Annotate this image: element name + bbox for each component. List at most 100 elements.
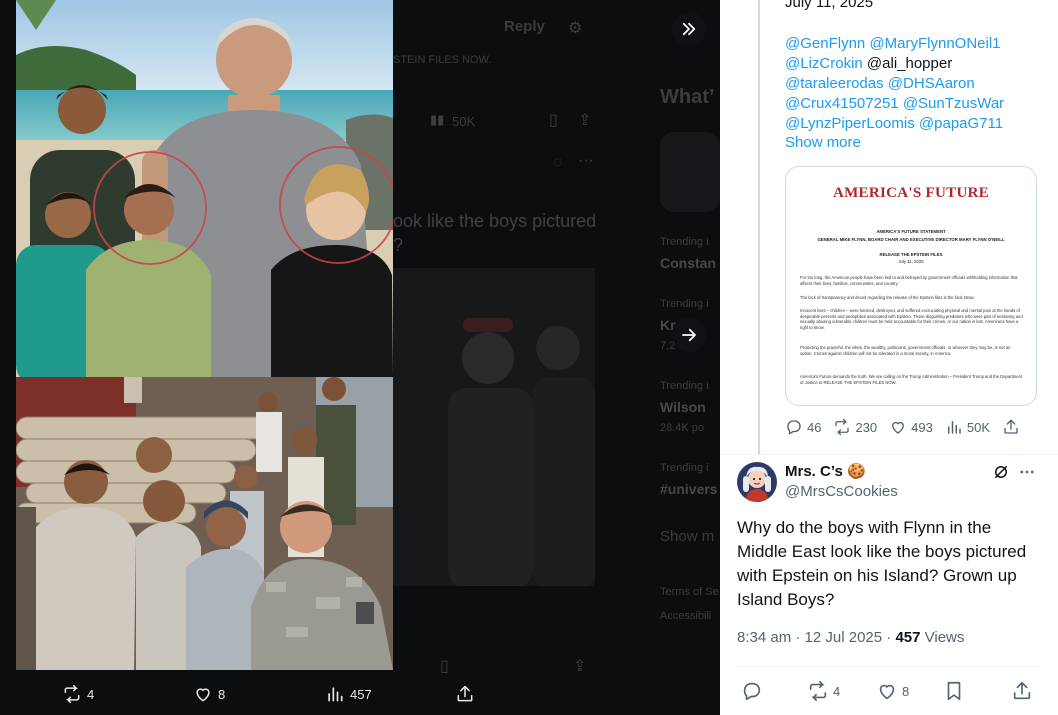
retweet-count: 230 [855,419,878,435]
share-stat-button[interactable] [1002,418,1020,436]
post-date: July 11, 2025 [785,0,874,11]
reply-views-label: Views [920,629,965,646]
bg-bookmark-icon[interactable]: ▯ [549,110,558,130]
like-count: 8 [902,683,910,699]
reply-action-bar: 4 8 [737,680,1041,704]
like-count: 493 [911,419,933,435]
avatar[interactable] [737,462,777,502]
more-icon[interactable] [1018,463,1036,481]
bg-epstein-text: STEIN FILES NOW. [393,54,492,66]
bg-trend1-context: Trending i [660,236,709,248]
collapse-icon [680,20,698,38]
mention-link[interactable]: @MaryFlynnONeil1 [869,35,1000,52]
collapse-panel-button[interactable] [672,12,706,46]
bg-reply-button[interactable]: Reply [504,18,545,35]
media-like-button[interactable]: 8 [193,684,225,704]
share-button[interactable] [1011,680,1033,702]
doc-date: July 11, 2025 [898,259,924,264]
bg-tweet-line2: ? [393,235,404,255]
statement-image[interactable]: AMERICA'S FUTURE AMERICA'S FUTURE STATEM… [785,166,1037,406]
post-mentions: @GenFlynn @MaryFlynnONeil1 @LizCrokin @a… [785,34,1015,134]
photo-military-group [16,377,393,670]
mention-link[interactable]: @taraleerodas [785,75,884,92]
reply-stat-button[interactable]: 46 [785,418,821,436]
views-icon [325,684,345,704]
retweet-icon [833,418,851,436]
media-views-button[interactable]: 457 [325,684,372,704]
mention-link[interactable]: @Crux41507251 [785,95,899,112]
retweet-stat-button[interactable]: 230 [833,418,877,436]
reply-body: Why do the boys with Flynn in the Middle… [737,518,1027,609]
media-photo[interactable] [16,0,393,670]
grok-icon[interactable] [992,463,1010,481]
bg-tune-icon: ⚙ [568,20,583,37]
mention-link[interactable]: @LizCrokin [785,55,863,72]
heart-icon [193,684,213,704]
bg-trend4-name[interactable]: #univers [660,481,718,497]
post-stats: 46 230 493 50K [785,418,1040,436]
bg-media-card[interactable] [393,268,595,586]
doc-paragraph: For too long, the American people have b… [800,275,1018,286]
bg-trend3-context: Trending i [660,380,709,392]
bg-show-more[interactable]: Show m [660,528,714,545]
views-icon [945,418,963,436]
reply-icon [785,418,803,436]
mention-link[interactable]: @SunTzusWar [903,95,1004,112]
media-retweet-button[interactable]: 4 [62,684,94,704]
bg-views-icon: ▮▮ [430,112,445,127]
bg-trend4-context: Trending i [660,462,709,474]
heart-icon [889,418,907,436]
doc-title: AMERICA'S FUTURE [832,185,990,201]
bookmark-button[interactable] [943,680,965,702]
media-retweet-count: 4 [87,686,95,702]
divider [720,454,1058,455]
next-image-button[interactable] [672,318,706,352]
bg-grok-icon[interactable]: ◌ [553,154,563,172]
bg-trend2-context: Trending i [660,298,709,310]
reply-author-handle[interactable]: @MrsCsCookies [785,483,898,500]
thread-line [758,0,760,454]
views-count: 50K [966,419,991,435]
doc-paragraph: America's Future demands the truth. We a… [800,374,1023,385]
media-share-button[interactable] [455,684,475,704]
bg-bookmark2-icon[interactable]: ▯ [440,656,449,676]
reply-icon [741,680,763,702]
views-stat-button[interactable]: 50K [945,418,990,436]
bg-share-icon[interactable]: ⇪ [578,110,591,130]
bg-trend3-name[interactable]: Wilson [660,399,706,415]
show-more-link[interactable]: Show more [785,134,861,151]
reply-timestamp[interactable]: 8:34 am · 12 Jul 2025 · [737,629,895,646]
like-button[interactable]: 8 [876,680,909,702]
bg-footer-terms[interactable]: Terms of Se [660,586,719,598]
doc-headline: RELEASE THE EPSTEIN FILES [879,252,943,257]
divider [737,666,1041,667]
retweet-button[interactable]: 4 [807,680,840,702]
doc-byline: GENERAL MIKE FLYNN, BOARD CHAIR AND EXEC… [817,237,1005,242]
reply-button[interactable] [741,680,763,702]
like-stat-button[interactable]: 493 [889,418,933,436]
bg-share2-icon[interactable]: ⇪ [573,656,586,676]
reply-author-name[interactable]: Mrs. C’s 🍪 [785,462,866,480]
mention-link[interactable]: @DHSAaron [888,75,975,92]
conversation-panel: July 11, 2025 @GenFlynn @MaryFlynnONeil1… [720,0,1058,715]
mention-link[interactable]: @GenFlynn [785,35,865,52]
bg-tweet-line1: ook like the boys pictured [393,211,597,231]
bg-footer-accessibility[interactable]: Accessibili [660,610,711,622]
share-icon [1011,680,1033,702]
doc-paragraph: Protecting the powerful, the elites, the… [800,345,1011,356]
bg-trend-image [660,132,720,212]
bg-more-icon[interactable]: ··· [578,152,594,170]
mention-link[interactable]: @LynzPiperLoomis [785,115,915,132]
bookmark-icon [943,680,965,702]
mention-plain: @ali_hopper [862,55,953,72]
media-views-count: 457 [350,686,372,702]
doc-paragraph: Innocent lives – children – were harmed,… [800,308,1023,330]
reply-author-name-text: Mrs. C’s [785,463,843,480]
photo-beach-group [16,0,393,377]
bg-trend1-name[interactable]: Constan [660,255,716,271]
reply-count: 46 [807,419,822,435]
mention-link[interactable]: @papaG711 [919,115,1003,132]
bg-views-count: 50K [452,114,476,129]
retweet-icon [807,680,829,702]
next-arrow-icon [680,326,698,344]
